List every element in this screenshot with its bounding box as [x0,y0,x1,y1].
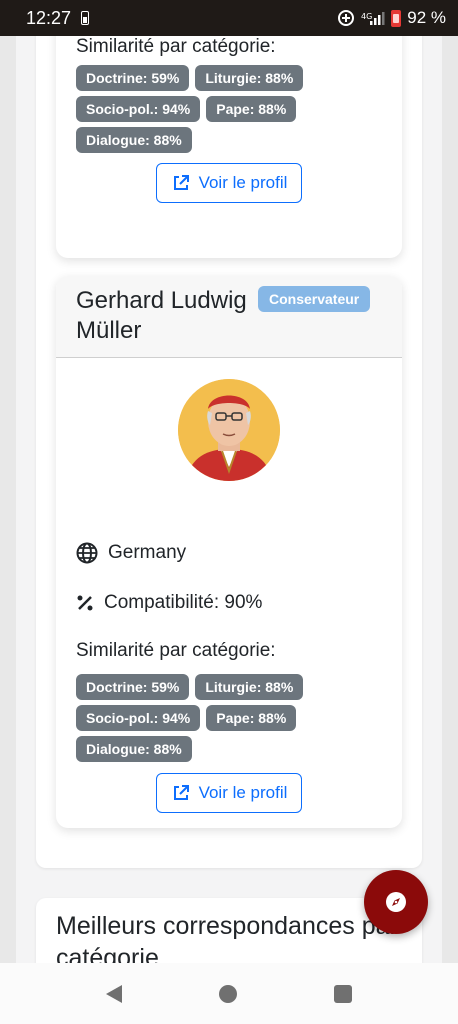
badge-liturgie: Liturgie: 88% [195,65,304,91]
country-label: Germany [108,542,187,563]
similarity-title: Similarité par catégorie: [76,640,276,661]
compatibility-label: Compatibilité: 90% [104,592,263,613]
system-nav-bar [0,963,458,1024]
best-matches-heading: Meilleurs correspondances par catégorie [56,912,398,963]
external-link-icon [173,785,189,800]
status-right: 4G 92 % [337,8,446,28]
battery-icon [391,9,402,27]
recent-apps-icon[interactable] [334,985,352,1003]
home-icon[interactable] [219,985,237,1003]
status-bar: 12:27 4G 92 % [0,0,458,36]
country-row: Germany [76,542,186,564]
view-profile-label: Voir le profil [198,173,288,192]
similarity-title: Similarité par catégorie: [76,36,276,57]
match-card: Similarité par catégorie: Doctrine: 59% … [56,36,402,258]
category-badges: Doctrine: 59% Liturgie: 88% Socio-pol.: … [76,65,386,153]
badge-dialogue: Dialogue: 88% [76,127,192,153]
category-badges: Doctrine: 59% Liturgie: 88% Socio-pol.: … [76,674,386,762]
external-link-icon [173,175,189,190]
badge-doctrine: Doctrine: 59% [76,674,190,700]
cardinal-portrait [178,379,280,481]
badge-liturgie: Liturgie: 88% [195,674,304,700]
signal-icon: 4G [361,10,385,26]
tendency-badge: Conservateur [258,286,371,312]
battery-percent: 92 % [407,8,446,27]
status-time: 12:27 [26,7,72,28]
cardinal-name: Gerhard Ludwig Müller [76,287,247,344]
badge-pape: Pape: 88% [206,705,297,731]
badge-socio-pol: Socio-pol.: 94% [76,96,201,122]
card-header: Gerhard Ludwig Müller Conservateur [56,276,402,358]
view-profile-button[interactable]: Voir le profil [156,773,302,813]
view-profile-button[interactable]: Voir le profil [156,163,302,203]
explore-fab-button[interactable] [364,870,428,934]
back-icon[interactable] [104,984,124,1004]
badge-socio-pol: Socio-pol.: 94% [76,705,201,731]
battery-saver-icon [81,11,90,25]
data-saver-icon [337,9,355,27]
svg-text:4G: 4G [361,12,372,21]
globe-icon [76,542,98,564]
match-card-muller: Gerhard Ludwig Müller Conservateur Germa… [56,276,402,828]
badge-pape: Pape: 88% [206,96,297,122]
compass-icon [386,892,406,912]
compatibility-row: Compatibilité: 90% [76,592,262,614]
percent-icon [77,595,93,611]
badge-dialogue: Dialogue: 88% [76,736,192,762]
page-content[interactable]: Similarité par catégorie: Doctrine: 59% … [0,36,458,963]
view-profile-label: Voir le profil [198,783,288,802]
badge-doctrine: Doctrine: 59% [76,65,190,91]
